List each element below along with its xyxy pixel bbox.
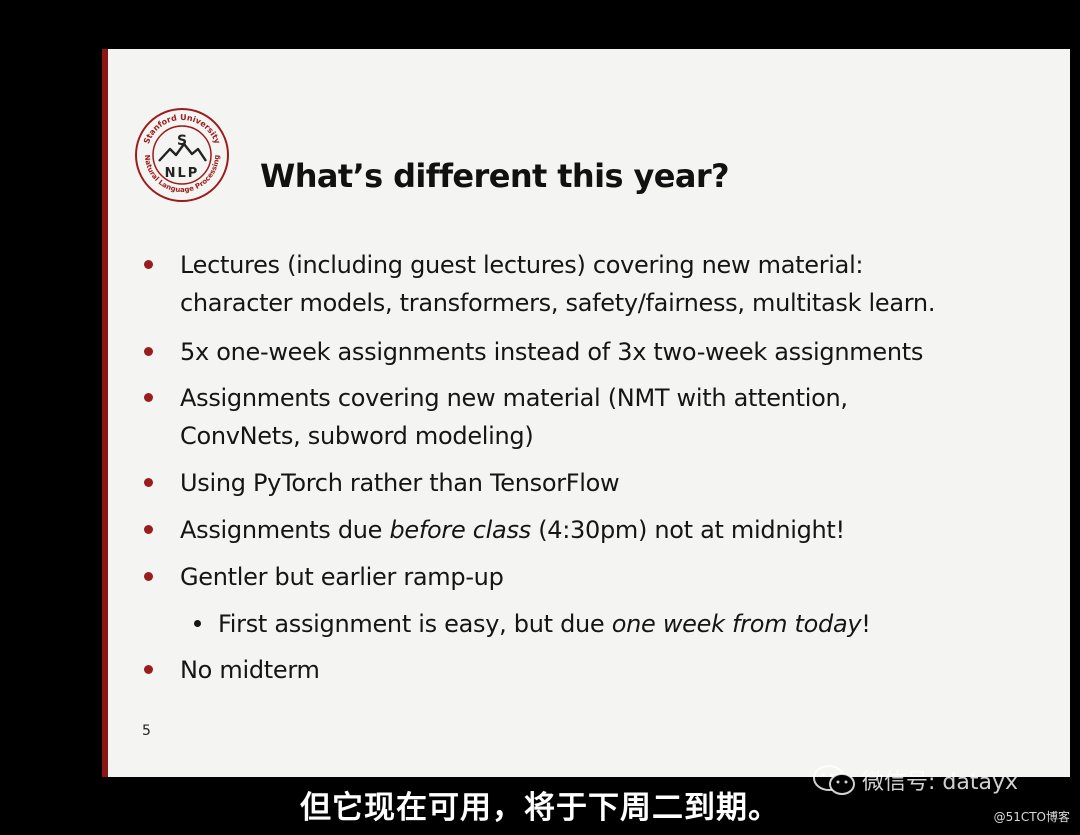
bullet-text-line: character models, transformers, safety/f…	[180, 289, 936, 317]
bullet-text-line: No midterm	[180, 656, 320, 684]
site-tag: @51CTO博客	[993, 810, 1070, 824]
bullet-list: Lectures (including guest lectures) cove…	[108, 49, 1070, 777]
bullet-text-pre: Assignments due	[180, 516, 390, 544]
sub-bullet-text-emphasis: one week from today	[611, 610, 862, 638]
bullet-item: Assignments due before class (4:30pm) no…	[144, 511, 845, 549]
bullet-dot-icon	[144, 572, 153, 581]
bullet-text-line: Gentler but earlier ramp-up	[180, 563, 504, 591]
bullet-text-line: Assignments due before class (4:30pm) no…	[180, 511, 845, 549]
bullet-text-line: ConvNets, subword modeling)	[180, 422, 534, 450]
bullet-dot-icon	[144, 347, 153, 356]
sub-bullet-dot-icon	[194, 620, 201, 627]
bullet-text-post: (4:30pm) not at midnight!	[530, 516, 845, 544]
bullet-dot-icon	[144, 260, 153, 269]
slide-page-number: 5	[142, 723, 151, 739]
bullet-dot-icon	[144, 525, 153, 534]
bullet-item: Gentler but earlier ramp-up	[144, 558, 504, 596]
bullet-text-line: 5x one-week assignments instead of 3x tw…	[180, 338, 924, 366]
bullet-text-line: Assignments covering new material (NMT w…	[180, 384, 848, 412]
sub-bullet-text-post: !	[861, 610, 871, 638]
bullet-text-emphasis: before class	[389, 516, 531, 544]
sub-bullet-item: First assignment is easy, but due one we…	[194, 605, 871, 643]
sub-bullet-text-pre: First assignment is easy, but due	[218, 610, 612, 638]
video-subtitle: 但它现在可用，将于下周二到期。	[300, 790, 780, 826]
bullet-text-line: Using PyTorch rather than TensorFlow	[180, 469, 620, 497]
bullet-item: Using PyTorch rather than TensorFlow	[144, 464, 620, 502]
slide: Stanford University Natural Language Pro…	[102, 49, 1070, 777]
bullet-dot-icon	[144, 393, 153, 402]
bullet-item: Lectures (including guest lectures) cove…	[144, 246, 936, 322]
bullet-dot-icon	[144, 478, 153, 487]
bullet-text-line: Lectures (including guest lectures) cove…	[180, 251, 864, 279]
bullet-item: No midterm	[144, 651, 320, 689]
bullet-item: 5x one-week assignments instead of 3x tw…	[144, 333, 924, 371]
bullet-dot-icon	[144, 665, 153, 674]
bullet-item: Assignments covering new material (NMT w…	[144, 379, 848, 455]
